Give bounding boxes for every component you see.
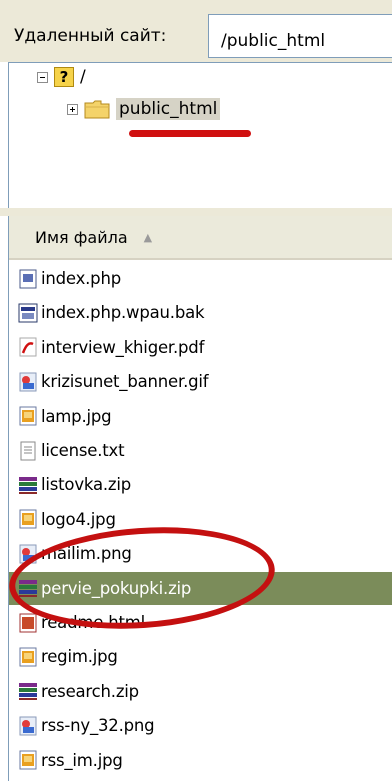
remote-directory-tree[interactable]: ? / public_html (8, 62, 392, 208)
column-header-filename[interactable]: Имя файла ▲ (9, 216, 392, 260)
file-name: index.php (41, 269, 121, 288)
tree-node-root[interactable]: ? / (37, 65, 86, 89)
red-underline-annotation (129, 130, 251, 137)
image-file-icon (17, 371, 39, 393)
remote-file-list[interactable]: Имя файла ▲ index.php index.php.wpau.bak i… (8, 216, 392, 781)
file-name: pervie_pokupki.zip (41, 578, 192, 598)
file-row[interactable]: index.php (9, 262, 392, 295)
file-row[interactable]: index.php.wpau.bak (9, 296, 392, 329)
image-file-icon (17, 543, 39, 565)
unknown-folder-icon: ? (54, 67, 74, 87)
file-name: readme.html (41, 613, 146, 632)
file-row[interactable]: lamp.jpg (9, 400, 392, 433)
archive-file-icon (17, 577, 39, 599)
image-file-icon (17, 715, 39, 737)
archive-file-icon (17, 474, 39, 496)
column-header-label: Имя файла (35, 227, 128, 247)
file-row[interactable]: interview_khiger.pdf (9, 331, 392, 364)
file-row[interactable]: pervie_pokupki.zip (9, 571, 392, 605)
file-row[interactable]: rss_im.jpg (9, 744, 392, 777)
sort-ascending-icon: ▲ (143, 230, 153, 244)
file-row[interactable]: regim.jpg (9, 640, 392, 673)
file-row[interactable]: readme.html (9, 606, 392, 639)
remote-site-label: Удаленный сайт: (14, 26, 167, 46)
pane-splitter[interactable] (0, 208, 392, 216)
file-name: mailim.png (41, 544, 132, 564)
filezilla-remote-panel: Удаленный сайт: ? / public_html Имя файл… (0, 0, 392, 781)
jpg-file-icon (17, 646, 39, 668)
file-name: research.zip (41, 681, 139, 701)
file-name: lamp.jpg (41, 406, 112, 426)
file-name: index.php.wpau.bak (41, 303, 205, 323)
bak-file-icon (17, 302, 39, 324)
file-row[interactable]: license.txt (9, 434, 392, 467)
remote-site-bar: Удаленный сайт: (0, 0, 392, 62)
jpg-file-icon (17, 749, 39, 771)
remote-path-input[interactable] (208, 14, 392, 58)
tree-root-label: / (80, 67, 86, 87)
file-row[interactable]: rss-ny_32.png (9, 709, 392, 742)
tree-node-label: public_html (116, 98, 221, 120)
pdf-file-icon (17, 336, 39, 358)
expand-icon[interactable] (67, 103, 78, 115)
file-row[interactable]: krizisunet_banner.gif (9, 365, 392, 398)
tree-node-public-html[interactable]: public_html (67, 97, 221, 121)
file-row[interactable]: research.zip (9, 675, 392, 708)
text-file-icon (17, 440, 39, 462)
jpg-file-icon (17, 405, 39, 427)
file-row[interactable]: logo4.jpg (9, 503, 392, 536)
jpg-file-icon (17, 508, 39, 530)
file-name: krizisunet_banner.gif (41, 372, 209, 392)
file-name: logo4.jpg (41, 509, 116, 529)
html-file-icon (17, 612, 39, 634)
file-name: rss_im.jpg (41, 750, 123, 770)
file-name: license.txt (41, 441, 125, 460)
archive-file-icon (17, 680, 39, 702)
file-name: regim.jpg (41, 647, 118, 667)
collapse-icon[interactable] (37, 71, 48, 83)
php-file-icon (17, 268, 39, 290)
file-row[interactable]: listovka.zip (9, 468, 392, 501)
folder-icon (84, 100, 110, 119)
file-name: rss-ny_32.png (41, 716, 155, 736)
file-row[interactable]: mailim.png (9, 537, 392, 570)
file-name: listovka.zip (41, 475, 132, 495)
file-name: interview_khiger.pdf (41, 337, 205, 357)
